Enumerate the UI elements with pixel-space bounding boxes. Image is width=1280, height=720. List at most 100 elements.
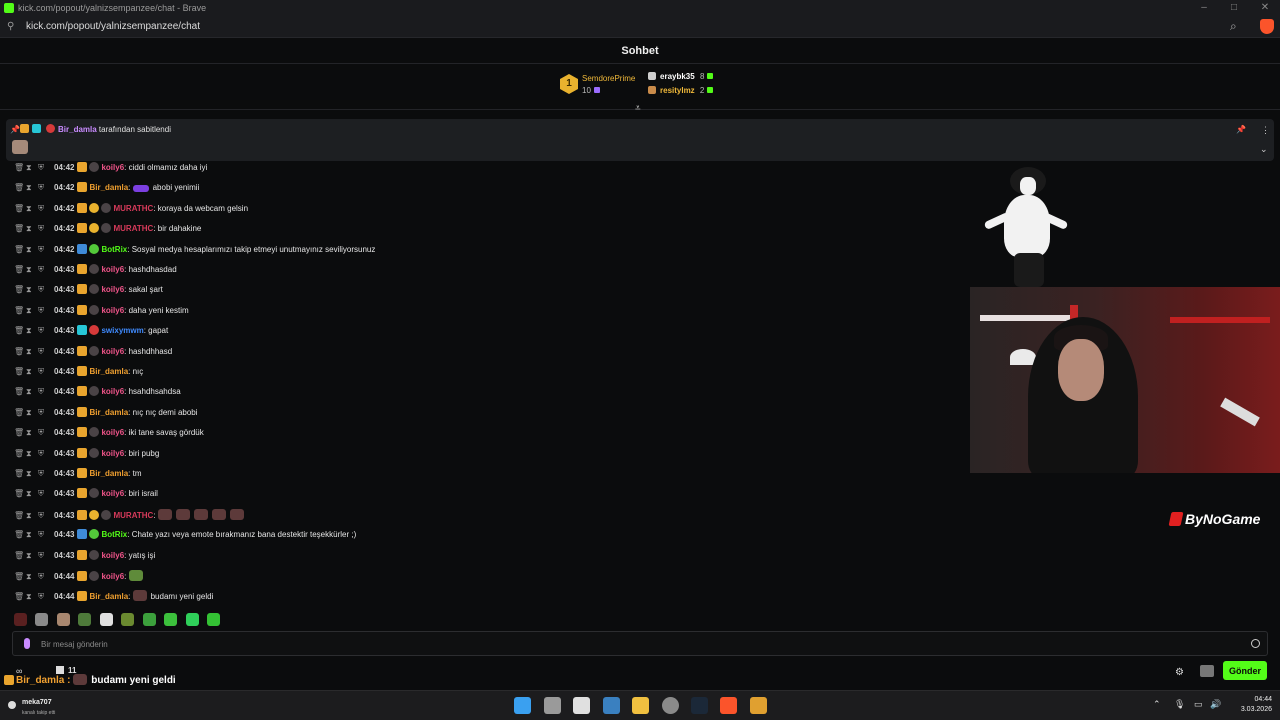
message-username[interactable]: MURATHC: [113, 204, 153, 213]
microphone-tray-icon[interactable]: 🎙: [1174, 699, 1185, 710]
message-username[interactable]: koily6: [101, 551, 124, 560]
delete-icon[interactable]: 🗑: [14, 347, 26, 356]
chat-message[interactable]: 🗑 ⧗ ⛨ 04:42 Bir_damla: abobi yenimii: [14, 182, 199, 196]
leaderboard-row[interactable]: resitylmz 2: [648, 86, 714, 95]
ban-icon[interactable]: ⛨: [38, 183, 50, 193]
timeout-icon[interactable]: ⧗: [26, 285, 38, 295]
ban-icon[interactable]: ⛨: [38, 511, 50, 521]
ban-icon[interactable]: ⛨: [38, 163, 50, 173]
delete-icon[interactable]: 🗑: [14, 428, 26, 437]
settings-gear-icon[interactable]: ⚙: [1175, 667, 1184, 678]
timeout-icon[interactable]: ⧗: [26, 204, 38, 214]
emote-icon[interactable]: [142, 613, 156, 626]
message-username[interactable]: koily6: [101, 572, 124, 581]
chat-message[interactable]: 🗑 ⧗ ⛨ 04:44 koily6:: [14, 570, 147, 584]
chat-message[interactable]: 🗑 ⧗ ⛨ 04:43 MURATHC:: [14, 508, 248, 523]
chat-message[interactable]: 🗑 ⧗ ⛨ 04:43 BotRix: Chate yazı veya emote bı…: [14, 529, 356, 543]
search-icon[interactable]: ⌕: [1230, 19, 1237, 34]
chat-message[interactable]: 🗑 ⧗ ⛨ 04:42 koily6: ciddi olmamız daha iyi: [14, 162, 207, 176]
chat-message[interactable]: 🗑 ⧗ ⛨ 04:43 koily6: yatış işi: [14, 549, 155, 564]
ban-icon[interactable]: ⛨: [38, 306, 50, 316]
file-explorer-icon[interactable]: [632, 697, 649, 714]
message-username[interactable]: koily6: [101, 163, 124, 172]
timeout-icon[interactable]: ⧗: [26, 245, 38, 255]
message-username[interactable]: koily6: [101, 489, 124, 498]
emote-icon[interactable]: [14, 613, 27, 626]
message-username[interactable]: Bir_damla: [89, 408, 128, 417]
ban-icon[interactable]: ⛨: [38, 408, 50, 418]
leaderboard-name[interactable]: SemdorePrime: [582, 74, 635, 83]
minimize-button[interactable]: –: [1197, 2, 1211, 13]
obs-icon[interactable]: [662, 697, 679, 714]
delete-icon[interactable]: 🗑: [14, 572, 26, 581]
chat-message[interactable]: 🗑 ⧗ ⛨ 04:43 koily6: iki tane savaş gördük: [14, 427, 204, 441]
message-username[interactable]: koily6: [101, 265, 124, 274]
chat-input[interactable]: [41, 636, 1221, 652]
ban-icon[interactable]: ⛨: [38, 204, 50, 214]
chevron-down-icon[interactable]: ⌄: [1260, 144, 1268, 155]
emote-icon[interactable]: [207, 613, 221, 626]
emote-icon[interactable]: [121, 613, 135, 626]
ban-icon[interactable]: ⛨: [38, 265, 50, 275]
chat-message[interactable]: 🗑 ⧗ ⛨ 04:44 Bir_damla: budamı yeni geldi: [14, 590, 213, 604]
microphone-icon[interactable]: [24, 638, 30, 649]
ban-icon[interactable]: ⛨: [38, 551, 50, 561]
delete-icon[interactable]: 🗑: [14, 469, 26, 478]
chat-message[interactable]: 🗑 ⧗ ⛨ 04:43 koily6: hashdhasdad: [14, 264, 177, 278]
url-text[interactable]: kick.com/popout/yalnizsempanzee/chat: [26, 21, 200, 32]
message-username[interactable]: Bir_damla: [89, 592, 128, 601]
chat-message[interactable]: 🗑 ⧗ ⛨ 04:43 koily6: sakal şart: [14, 284, 163, 298]
ban-icon[interactable]: ⛨: [38, 530, 50, 540]
chat-message[interactable]: 🗑 ⧗ ⛨ 04:42 MURATHC: bir dahakine: [14, 223, 201, 237]
delete-icon[interactable]: 🗑: [14, 265, 26, 274]
steam-icon[interactable]: [691, 697, 708, 714]
ban-icon[interactable]: ⛨: [38, 387, 50, 397]
leaderboard-row[interactable]: eraybk35 8: [648, 72, 714, 81]
timeout-icon[interactable]: ⧗: [26, 183, 38, 193]
scroll-down-icon[interactable]: ⩡: [635, 103, 641, 114]
pinned-message[interactable]: 📌 Bir_damla tarafından sabitlendi 📌 ⋮ ⌄: [6, 119, 1274, 161]
delete-icon[interactable]: 🗑: [14, 245, 26, 254]
timeout-icon[interactable]: ⧗: [26, 265, 38, 275]
message-username[interactable]: Bir_damla: [89, 183, 128, 192]
chat-message[interactable]: 🗑 ⧗ ⛨ 04:42 MURATHC: koraya da webcam gelsin: [14, 202, 248, 217]
delete-icon[interactable]: 🗑: [14, 163, 26, 172]
ban-icon[interactable]: ⛨: [38, 245, 50, 255]
chat-message[interactable]: 🗑 ⧗ ⛨ 04:43 Bir_damla: nıç nıç demi abobi: [14, 406, 198, 421]
chat-message[interactable]: 🗑 ⧗ ⛨ 04:43 koily6: hsahdhsahdsa: [14, 386, 181, 400]
windows-start-icon[interactable]: [514, 697, 531, 714]
network-icon[interactable]: ▭: [1194, 699, 1203, 710]
chat-message[interactable]: 🗑 ⧗ ⛨ 04:43 Bir_damla: nıç: [14, 366, 143, 380]
message-username[interactable]: Bir_damla: [89, 469, 128, 478]
more-options-icon[interactable]: ⋮: [1261, 125, 1270, 136]
tray-chevron-icon[interactable]: ⌃: [1153, 699, 1161, 710]
timeout-icon[interactable]: ⧗: [26, 428, 38, 438]
ban-icon[interactable]: ⛨: [38, 449, 50, 459]
timeout-icon[interactable]: ⧗: [26, 224, 38, 234]
timeout-icon[interactable]: ⧗: [26, 408, 38, 418]
emote-icon[interactable]: [78, 613, 92, 626]
message-username[interactable]: koily6: [101, 449, 124, 458]
gift-button-icon[interactable]: [1200, 665, 1214, 677]
timeout-icon[interactable]: ⧗: [26, 469, 38, 479]
delete-icon[interactable]: 🗑: [14, 183, 26, 192]
delete-icon[interactable]: 🗑: [14, 367, 26, 376]
message-username[interactable]: koily6: [101, 387, 124, 396]
delete-icon[interactable]: 🗑: [14, 306, 26, 315]
ban-icon[interactable]: ⛨: [38, 347, 50, 357]
chat-message[interactable]: 🗑 ⧗ ⛨ 04:43 koily6: biri pubg: [14, 447, 159, 462]
delete-icon[interactable]: 🗑: [14, 224, 26, 233]
emote-icon[interactable]: [99, 613, 113, 626]
message-username[interactable]: koily6: [101, 428, 124, 437]
app-icon[interactable]: [750, 697, 767, 714]
delete-icon[interactable]: 🗑: [14, 551, 26, 560]
timeout-icon[interactable]: ⧗: [26, 326, 38, 336]
ban-icon[interactable]: ⛨: [38, 489, 50, 499]
message-username[interactable]: koily6: [101, 347, 124, 356]
delete-icon[interactable]: 🗑: [14, 408, 26, 417]
ban-icon[interactable]: ⛨: [38, 428, 50, 438]
volume-icon[interactable]: 🔊: [1210, 699, 1221, 710]
site-info-icon[interactable]: ⚲: [7, 21, 14, 32]
delete-icon[interactable]: 🗑: [14, 592, 26, 601]
address-bar[interactable]: ⚲ kick.com/popout/yalnizsempanzee/chat ⌕: [0, 16, 1280, 38]
